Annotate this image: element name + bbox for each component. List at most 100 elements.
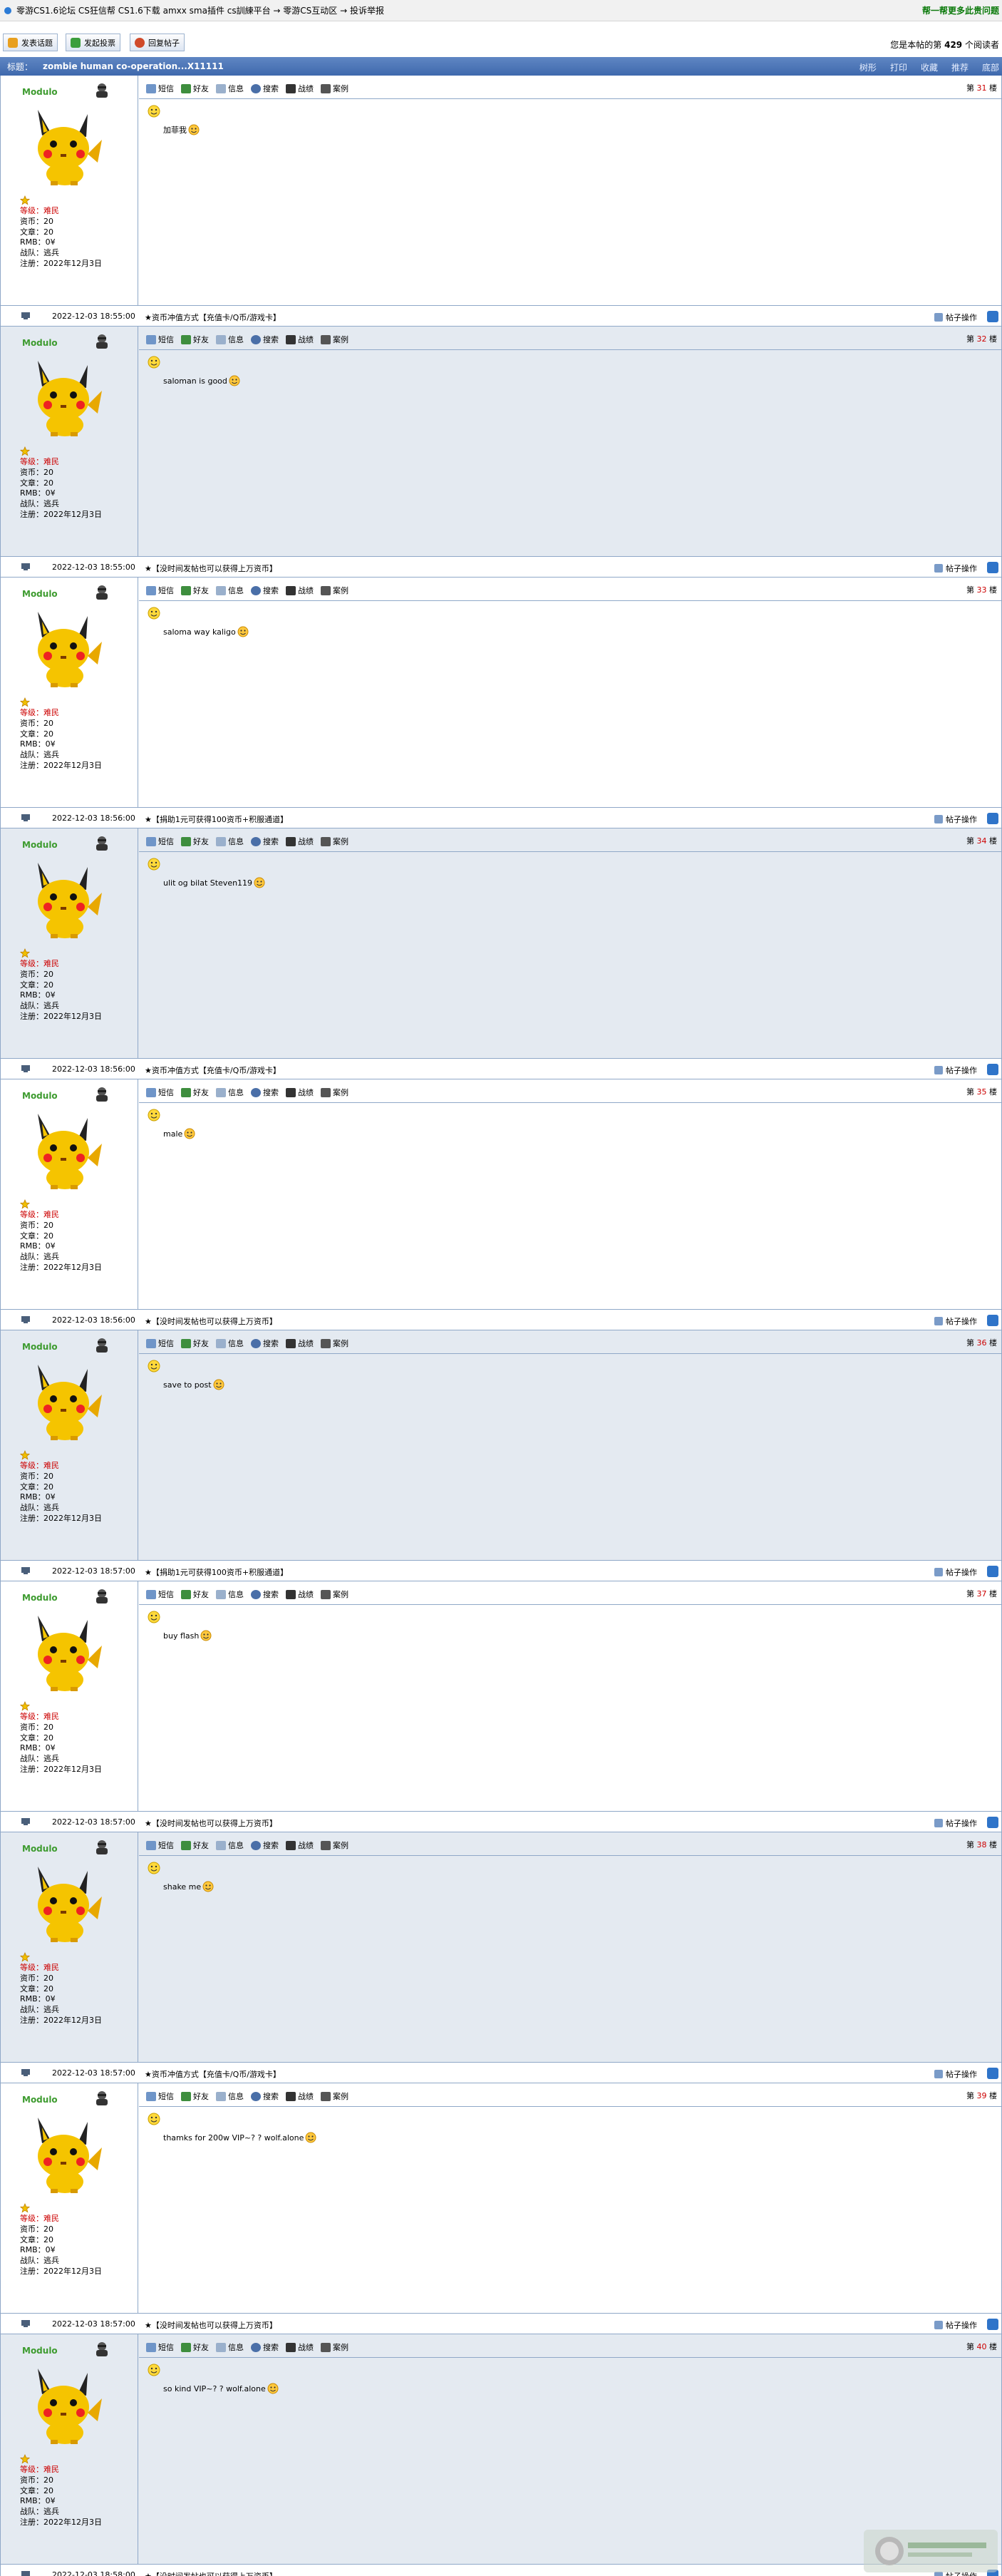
record-button[interactable]: 战绩 <box>286 334 314 345</box>
search-button[interactable]: 搜索 <box>251 2341 279 2353</box>
pm-button[interactable]: 短信 <box>146 2090 174 2102</box>
profile-button[interactable]: 信息 <box>216 2090 244 2102</box>
pm-button[interactable]: 短信 <box>146 836 174 847</box>
record-button[interactable]: 战绩 <box>286 1087 314 1098</box>
scroll-top-button[interactable] <box>987 1315 998 1326</box>
case-button[interactable]: 案例 <box>321 1338 348 1349</box>
tree-view-link[interactable]: 树形 <box>859 61 877 73</box>
post-actions-button[interactable]: 帖子操作 <box>934 2068 977 2080</box>
search-button[interactable]: 搜索 <box>251 1338 279 1349</box>
username[interactable]: Modulo <box>22 2346 58 2356</box>
profile-button[interactable]: 信息 <box>216 585 244 596</box>
add-friend-button[interactable]: 好友 <box>181 1338 209 1349</box>
record-button[interactable]: 战绩 <box>286 836 314 847</box>
breadcrumb-text[interactable]: 零游CS1.6论坛 CS狂信帮 CS1.6下载 amxx sma插件 cs訓練平… <box>16 4 384 16</box>
bottom-link[interactable]: 底部 <box>982 61 999 73</box>
record-button[interactable]: 战绩 <box>286 2341 314 2353</box>
username[interactable]: Modulo <box>22 1593 58 1603</box>
username[interactable]: Modulo <box>22 1342 58 1352</box>
pm-button[interactable]: 短信 <box>146 2341 174 2353</box>
scroll-top-button[interactable] <box>987 311 998 322</box>
username[interactable]: Modulo <box>22 1844 58 1854</box>
ad-link[interactable]: ★【没时间发帖也可以获得上万资币】 <box>145 1315 277 1327</box>
case-button[interactable]: 案例 <box>321 1087 348 1098</box>
profile-button[interactable]: 信息 <box>216 2341 244 2353</box>
case-button[interactable]: 案例 <box>321 585 348 596</box>
case-button[interactable]: 案例 <box>321 836 348 847</box>
search-button[interactable]: 搜索 <box>251 836 279 847</box>
username[interactable]: Modulo <box>22 840 58 850</box>
post-actions-button[interactable]: 帖子操作 <box>934 312 977 323</box>
profile-button[interactable]: 信息 <box>216 83 244 94</box>
scroll-top-button[interactable] <box>987 1566 998 1577</box>
scroll-top-button[interactable] <box>987 2068 998 2079</box>
username[interactable]: Modulo <box>22 589 58 599</box>
help-link[interactable]: 帮一帮更多此贵问题 <box>922 4 999 16</box>
pm-button[interactable]: 短信 <box>146 83 174 94</box>
ad-link[interactable]: ★【没时间发帖也可以获得上万资币】 <box>145 563 277 574</box>
scroll-top-button[interactable] <box>987 1064 998 1075</box>
post-actions-button[interactable]: 帖子操作 <box>934 1315 977 1327</box>
pm-button[interactable]: 短信 <box>146 585 174 596</box>
profile-button[interactable]: 信息 <box>216 334 244 345</box>
record-button[interactable]: 战绩 <box>286 83 314 94</box>
post-actions-button[interactable]: 帖子操作 <box>934 814 977 825</box>
record-button[interactable]: 战绩 <box>286 2090 314 2102</box>
search-button[interactable]: 搜索 <box>251 2090 279 2102</box>
profile-button[interactable]: 信息 <box>216 1087 244 1098</box>
pm-button[interactable]: 短信 <box>146 334 174 345</box>
profile-button[interactable]: 信息 <box>216 1839 244 1851</box>
search-button[interactable]: 搜索 <box>251 83 279 94</box>
search-button[interactable]: 搜索 <box>251 1087 279 1098</box>
ad-link[interactable]: ★【没时间发帖也可以获得上万资币】 <box>145 2570 277 2576</box>
favorite-link[interactable]: 收藏 <box>921 61 938 73</box>
profile-button[interactable]: 信息 <box>216 1338 244 1349</box>
record-button[interactable]: 战绩 <box>286 1338 314 1349</box>
search-button[interactable]: 搜索 <box>251 334 279 345</box>
recommend-link[interactable]: 推荐 <box>951 61 969 73</box>
case-button[interactable]: 案例 <box>321 1839 348 1851</box>
case-button[interactable]: 案例 <box>321 83 348 94</box>
ad-link[interactable]: ★【捐助1元可获得100资币+积服通道】 <box>145 814 288 825</box>
add-friend-button[interactable]: 好友 <box>181 1087 209 1098</box>
post-actions-button[interactable]: 帖子操作 <box>934 1817 977 1829</box>
record-button[interactable]: 战绩 <box>286 585 314 596</box>
add-friend-button[interactable]: 好友 <box>181 2090 209 2102</box>
username[interactable]: Modulo <box>22 1091 58 1101</box>
add-friend-button[interactable]: 好友 <box>181 1589 209 1600</box>
ad-link[interactable]: ★【没时间发帖也可以获得上万资币】 <box>145 2319 277 2331</box>
ad-link[interactable]: ★【没时间发帖也可以获得上万资币】 <box>145 1817 277 1829</box>
case-button[interactable]: 案例 <box>321 2341 348 2353</box>
print-link[interactable]: 打印 <box>890 61 907 73</box>
ad-link[interactable]: ★【捐助1元可获得100资币+积服通道】 <box>145 1566 288 1578</box>
post-actions-button[interactable]: 帖子操作 <box>934 2319 977 2331</box>
record-button[interactable]: 战绩 <box>286 1839 314 1851</box>
post-actions-button[interactable]: 帖子操作 <box>934 1064 977 1076</box>
new-topic-button[interactable]: 发表话题 <box>3 34 58 51</box>
add-friend-button[interactable]: 好友 <box>181 585 209 596</box>
username[interactable]: Modulo <box>22 87 58 97</box>
ad-link[interactable]: ★资币冲值方式【充值卡/Q币/游戏卡】 <box>145 1064 281 1076</box>
search-button[interactable]: 搜索 <box>251 585 279 596</box>
pm-button[interactable]: 短信 <box>146 1338 174 1349</box>
pm-button[interactable]: 短信 <box>146 1589 174 1600</box>
add-friend-button[interactable]: 好友 <box>181 1839 209 1851</box>
pm-button[interactable]: 短信 <box>146 1839 174 1851</box>
scroll-top-button[interactable] <box>987 813 998 824</box>
reply-button[interactable]: 回复帖子 <box>130 34 185 51</box>
search-button[interactable]: 搜索 <box>251 1839 279 1851</box>
add-friend-button[interactable]: 好友 <box>181 2341 209 2353</box>
profile-button[interactable]: 信息 <box>216 1589 244 1600</box>
profile-button[interactable]: 信息 <box>216 836 244 847</box>
scroll-top-button[interactable] <box>987 1817 998 1828</box>
add-friend-button[interactable]: 好友 <box>181 334 209 345</box>
search-button[interactable]: 搜索 <box>251 1589 279 1600</box>
ad-link[interactable]: ★资币冲值方式【充值卡/Q币/游戏卡】 <box>145 2068 281 2080</box>
username[interactable]: Modulo <box>22 2095 58 2105</box>
scroll-top-button[interactable] <box>987 2319 998 2330</box>
scroll-top-button[interactable] <box>987 562 998 573</box>
add-friend-button[interactable]: 好友 <box>181 83 209 94</box>
post-actions-button[interactable]: 帖子操作 <box>934 1566 977 1578</box>
new-poll-button[interactable]: 发起投票 <box>66 34 120 51</box>
post-actions-button[interactable]: 帖子操作 <box>934 563 977 574</box>
